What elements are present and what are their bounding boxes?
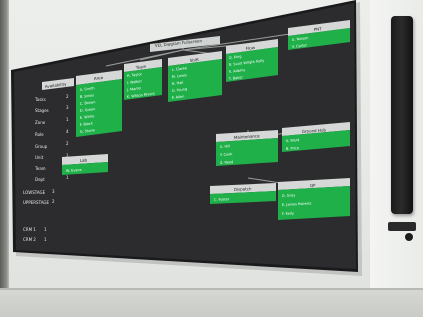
panel-item: F. Kelly xyxy=(282,211,294,216)
display-screen-svg: VEL Diagram Fullscreen Availability Task… xyxy=(11,0,362,276)
panel-shift: Shift L. Clarke M. Lewis N. Hall O. Youn… xyxy=(168,51,222,102)
footer-row-label: LOWSTAGE xyxy=(23,190,46,195)
panel-item: D. Gray xyxy=(282,193,295,198)
panel-title: Lab xyxy=(80,157,88,163)
sidebar-row-label: Dept xyxy=(35,177,45,182)
sidebar-row-label: Stages xyxy=(35,108,49,113)
panel-item: X. Hill xyxy=(220,144,230,149)
panel-team: Team H. Taylor I. Walker J. Martin K. Wi… xyxy=(124,59,162,100)
sidebar-row-label: Unit xyxy=(35,155,44,160)
footer-row-label: CRM 1 xyxy=(23,227,36,232)
panel-maintenance: Maintenance X. Hill Y. Cook Z. Reed xyxy=(216,130,278,166)
speaker-mount xyxy=(388,222,416,231)
panel-flow: Flow Q. King R. Scott Wright Kelly S. Ad… xyxy=(226,39,278,82)
panel-title: QP xyxy=(310,183,316,188)
panel-item: C. Foster xyxy=(214,197,230,202)
photo-scene: VEL Diagram Fullscreen Availability Task… xyxy=(0,0,423,317)
footer-row-label: CRM 2 xyxy=(23,237,36,242)
wall-speaker xyxy=(391,16,413,214)
sidebar-row-label: Team xyxy=(34,166,46,171)
panel-qp: QP D. Gray E. James Roberts F. Kelly xyxy=(278,178,350,220)
panel-title: Dispatch xyxy=(234,186,252,192)
sidebar-row-label: Zone xyxy=(35,120,46,125)
sidebar-row-label: Group xyxy=(35,144,48,149)
panel-dispatch: Dispatch C. Foster xyxy=(210,183,276,204)
speaker-mount-knob xyxy=(405,233,413,241)
panel-title: PNT xyxy=(314,26,323,32)
sidebar-row-label: Role xyxy=(35,132,44,137)
footer-row-label: UPPERSTAGE xyxy=(23,200,49,205)
panel-area: Area A. Smith B. Jones C. Brown D. Green… xyxy=(76,70,122,137)
sidebar-row-label: Tasks xyxy=(34,97,46,102)
panel-lab: Lab W. Evans xyxy=(62,154,108,175)
